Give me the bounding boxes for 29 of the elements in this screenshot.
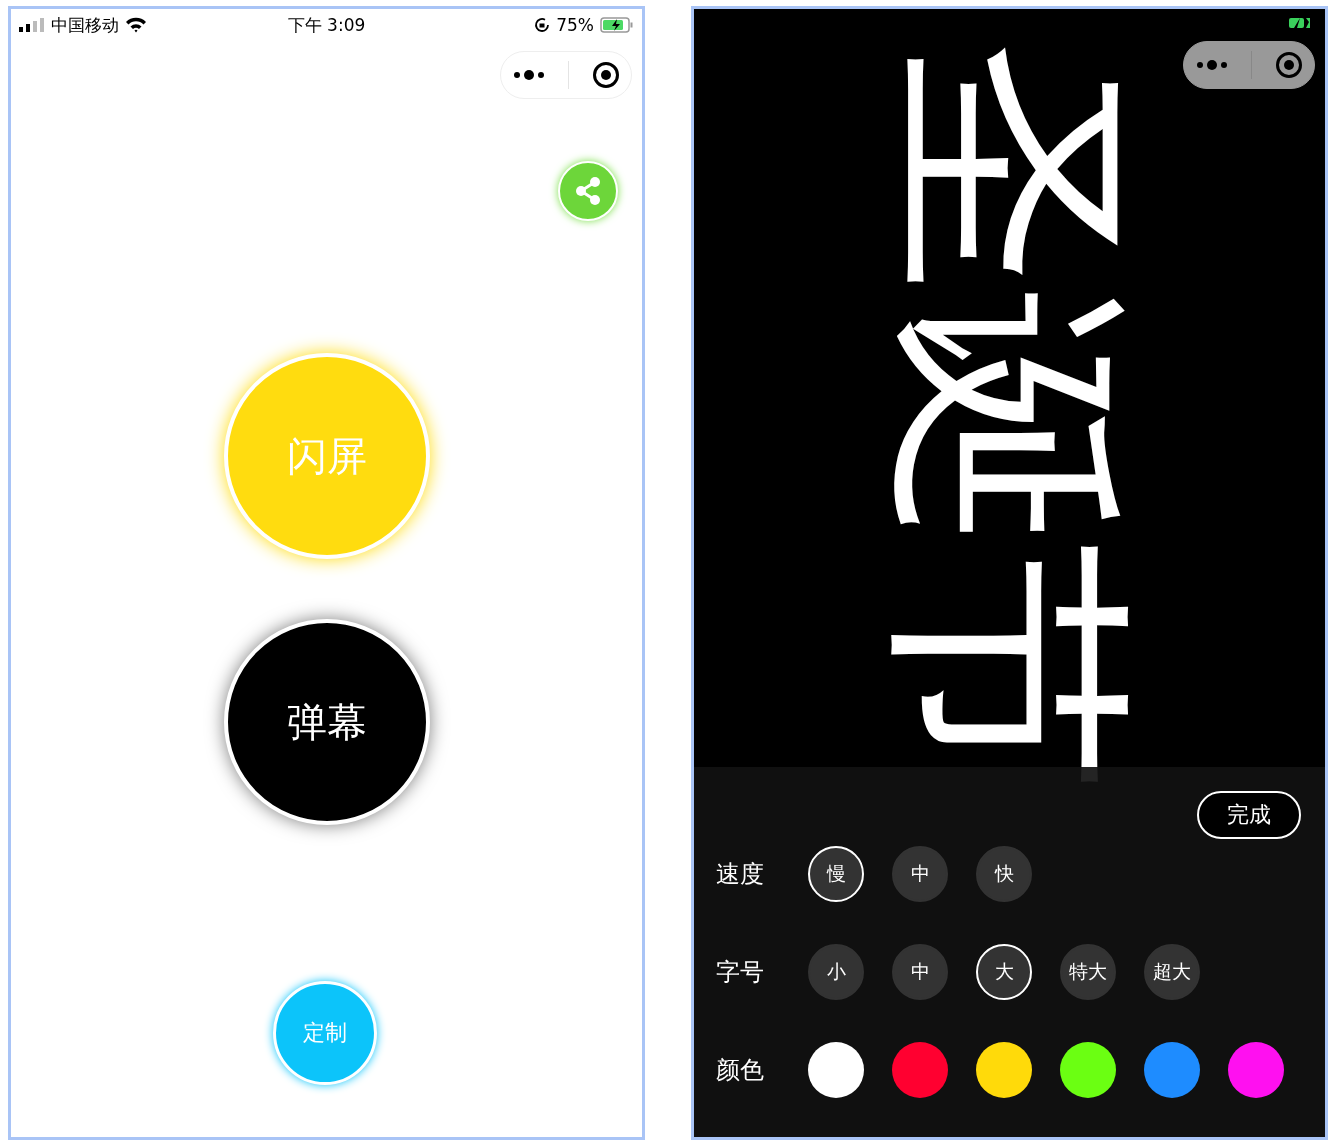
color-swatch[interactable] (808, 1042, 864, 1098)
color-swatch[interactable] (1060, 1042, 1116, 1098)
setting-label: 速度 (716, 859, 765, 890)
option-button[interactable]: 中 (892, 846, 948, 902)
done-button[interactable]: 完成 (1197, 791, 1301, 839)
color-swatch[interactable] (1228, 1042, 1284, 1098)
more-icon[interactable] (1195, 60, 1228, 70)
option-button[interactable]: 小 (808, 944, 864, 1000)
signal-icon (19, 18, 45, 32)
option-button[interactable]: 慢 (808, 846, 864, 902)
rotation-lock-icon (534, 17, 551, 33)
battery-percent: 75% (556, 15, 594, 35)
more-icon[interactable] (512, 70, 545, 80)
battery-icon (1289, 17, 1311, 29)
status-time: 下午 3:09 (287, 13, 366, 37)
option-button[interactable]: 超大 (1144, 944, 1200, 1000)
setting-label: 字号 (716, 957, 765, 988)
carrier-name: 中国移动 (51, 13, 119, 37)
option-button[interactable]: 特大 (1060, 944, 1116, 1000)
wifi-icon (125, 17, 147, 33)
option-button[interactable]: 中 (892, 944, 948, 1000)
color-swatch[interactable] (976, 1042, 1032, 1098)
color-swatch[interactable] (1144, 1042, 1200, 1098)
battery-icon (600, 17, 634, 33)
option-button[interactable]: 大 (976, 944, 1032, 1000)
option-button[interactable]: 快 (976, 846, 1032, 902)
setting-label: 颜色 (716, 1055, 765, 1086)
banner-text: 圣诞节 (884, 42, 1134, 792)
color-swatch[interactable] (892, 1042, 948, 1098)
